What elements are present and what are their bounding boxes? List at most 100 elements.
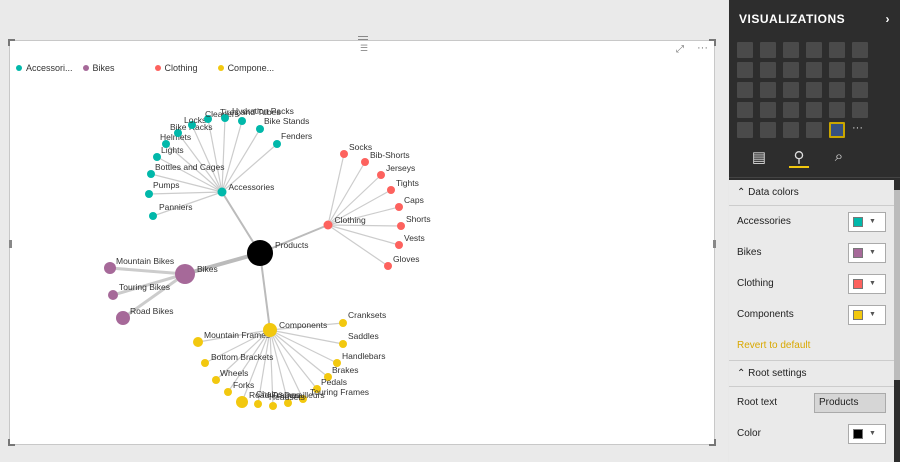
visual-type-icon[interactable] bbox=[806, 82, 822, 98]
visual-type-icon[interactable] bbox=[829, 82, 845, 98]
node-cranksets[interactable] bbox=[339, 319, 347, 327]
node-label: Accessories bbox=[229, 182, 275, 192]
more-visuals-icon[interactable]: ··· bbox=[852, 122, 868, 138]
node-tights[interactable] bbox=[387, 186, 395, 194]
fields-tab-icon[interactable]: ▤ bbox=[749, 148, 769, 168]
node-forks[interactable] bbox=[224, 388, 232, 396]
visual-type-icon[interactable] bbox=[806, 62, 822, 78]
node-components[interactable] bbox=[263, 323, 277, 337]
revert-to-default-link[interactable]: Revert to default bbox=[729, 330, 894, 361]
color-swatch bbox=[853, 247, 863, 258]
node-road-bikes[interactable] bbox=[116, 311, 130, 325]
edge bbox=[269, 329, 338, 364]
node-caps[interactable] bbox=[395, 203, 403, 211]
node-accessories[interactable] bbox=[217, 187, 227, 197]
node-fenders[interactable] bbox=[273, 140, 281, 148]
visual-type-icon[interactable] bbox=[760, 122, 776, 138]
node-chains[interactable] bbox=[254, 400, 262, 408]
node-pumps[interactable] bbox=[145, 190, 153, 198]
node-bikes[interactable] bbox=[175, 264, 195, 284]
color-picker[interactable]: ▼ bbox=[848, 242, 886, 263]
color-picker[interactable]: ▼ bbox=[848, 211, 886, 232]
node-label: Locks bbox=[184, 115, 206, 125]
node-vests[interactable] bbox=[395, 241, 403, 249]
node-lights[interactable] bbox=[153, 153, 161, 161]
collapse-chevron-icon[interactable]: › bbox=[886, 12, 891, 26]
edge bbox=[269, 329, 329, 378]
visual-type-icon[interactable] bbox=[760, 62, 776, 78]
visual-type-icon[interactable] bbox=[760, 42, 776, 58]
network-graph: PanniersPumpsBottles and CagesLightsHelm… bbox=[104, 106, 431, 410]
node-bib-shorts[interactable] bbox=[361, 158, 369, 166]
visual-type-icon[interactable] bbox=[829, 42, 845, 58]
node-road-frames[interactable] bbox=[236, 396, 248, 408]
data-colors-header[interactable]: ⌃ Data colors bbox=[729, 180, 894, 206]
node-mountain-bikes[interactable] bbox=[104, 262, 116, 274]
section-title: Root settings bbox=[748, 368, 807, 379]
visual-type-icon[interactable] bbox=[829, 62, 845, 78]
edge bbox=[327, 224, 389, 267]
visual-type-icon[interactable] bbox=[783, 102, 799, 118]
node-label: Mountain Frames bbox=[204, 330, 270, 340]
node-shorts[interactable] bbox=[397, 222, 405, 230]
node-saddles[interactable] bbox=[339, 340, 347, 348]
network-navigator-icon[interactable] bbox=[829, 122, 845, 138]
node-bike-stands[interactable] bbox=[256, 125, 264, 133]
node-hydration-packs[interactable] bbox=[238, 117, 246, 125]
visual-type-icon[interactable] bbox=[737, 122, 753, 138]
visual-type-icon[interactable] bbox=[852, 102, 868, 118]
color-swatch bbox=[853, 309, 863, 320]
visual-type-icon[interactable] bbox=[783, 82, 799, 98]
color-picker[interactable]: ▼ bbox=[848, 304, 886, 325]
node-bottles-and-cages[interactable] bbox=[147, 170, 155, 178]
visual-type-icon[interactable] bbox=[737, 62, 753, 78]
node-label: Bib-Shorts bbox=[370, 150, 410, 160]
node-wheels[interactable] bbox=[212, 376, 220, 384]
visual-type-icon[interactable] bbox=[737, 82, 753, 98]
visual-type-icon[interactable] bbox=[852, 62, 868, 78]
analytics-magnifier-icon[interactable]: ⌕ bbox=[829, 148, 849, 168]
resize-handle[interactable] bbox=[9, 240, 12, 248]
visual-type-icon[interactable] bbox=[737, 102, 753, 118]
node-label: Vests bbox=[404, 233, 425, 243]
node-clothing[interactable] bbox=[323, 220, 333, 230]
visual-type-icon[interactable] bbox=[806, 122, 822, 138]
root-text-label: Root text bbox=[737, 397, 778, 408]
node-label: Pumps bbox=[153, 180, 179, 190]
node-jerseys[interactable] bbox=[377, 171, 385, 179]
scrollbar[interactable] bbox=[894, 190, 900, 380]
visual-type-icon[interactable] bbox=[760, 102, 776, 118]
visual-type-icon[interactable] bbox=[783, 122, 799, 138]
node-label: Jerseys bbox=[386, 163, 415, 173]
root-color-picker[interactable]: ▼ bbox=[848, 423, 886, 444]
node-bottom-brackets[interactable] bbox=[201, 359, 209, 367]
resize-handle[interactable] bbox=[713, 240, 716, 248]
visual-type-icon[interactable] bbox=[806, 42, 822, 58]
report-canvas: ☰ ⤢ ··· Accessori... Bikes Clothing Comp… bbox=[0, 0, 728, 462]
node-socks[interactable] bbox=[340, 150, 348, 158]
node-label: Forks bbox=[233, 380, 254, 390]
root-settings-header[interactable]: ⌃ Root settings bbox=[729, 361, 894, 387]
visual-type-icon[interactable] bbox=[852, 42, 868, 58]
visual-type-icon[interactable] bbox=[829, 102, 845, 118]
format-paint-roller-icon[interactable]: ⚲ bbox=[789, 148, 809, 168]
data-color-label: Components bbox=[737, 309, 794, 320]
node-headsets[interactable] bbox=[269, 402, 277, 410]
node-mountain-frames[interactable] bbox=[193, 337, 203, 347]
node-panniers[interactable] bbox=[149, 212, 157, 220]
visual-type-icon[interactable] bbox=[852, 82, 868, 98]
data-color-label: Accessories bbox=[737, 216, 791, 227]
node-root[interactable] bbox=[247, 240, 273, 266]
color-picker[interactable]: ▼ bbox=[848, 273, 886, 294]
visual-type-icon[interactable] bbox=[783, 62, 799, 78]
node-gloves[interactable] bbox=[384, 262, 392, 270]
visual-type-icon[interactable] bbox=[760, 82, 776, 98]
root-text-input[interactable]: Products bbox=[814, 392, 886, 413]
visual-type-icon[interactable] bbox=[783, 42, 799, 58]
visual-type-icon[interactable] bbox=[737, 42, 753, 58]
node-label: Clothing bbox=[335, 215, 366, 225]
node-touring-bikes[interactable] bbox=[108, 290, 118, 300]
visual-type-icon[interactable] bbox=[806, 102, 822, 118]
edge bbox=[327, 224, 400, 246]
edge bbox=[327, 224, 402, 227]
